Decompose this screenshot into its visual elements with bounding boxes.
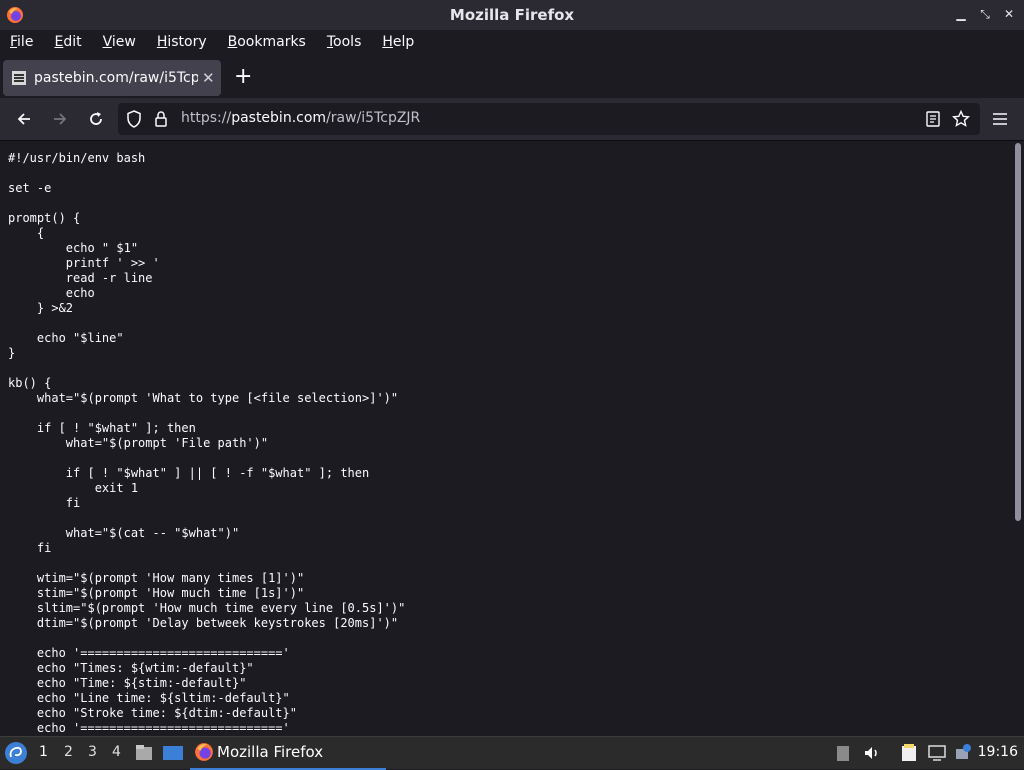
tab-pastebin[interactable]: pastebin.com/raw/i5TcpZJR ✕ bbox=[3, 60, 221, 96]
taskbar-firefox-app[interactable]: Mozilla Firefox bbox=[190, 737, 386, 770]
menu-tools[interactable]: Tools bbox=[327, 34, 362, 50]
reload-button[interactable] bbox=[85, 108, 107, 130]
file-manager-icon[interactable] bbox=[134, 743, 154, 763]
workspace-2[interactable]: 2 bbox=[64, 744, 73, 760]
notes-tray-icon[interactable] bbox=[899, 743, 919, 763]
url-bar[interactable]: https://pastebin.com/raw/i5TcpZJR bbox=[118, 103, 980, 135]
menu-view[interactable]: View bbox=[103, 34, 136, 50]
back-arrow-icon bbox=[17, 113, 30, 125]
menu-history[interactable]: History bbox=[157, 34, 207, 50]
vertical-scrollbar[interactable] bbox=[1015, 143, 1021, 521]
minimize-icon[interactable]: ▁ bbox=[954, 7, 968, 22]
forward-arrow-icon bbox=[54, 113, 67, 125]
firefox-logo-icon bbox=[7, 7, 23, 23]
reload-icon bbox=[90, 112, 102, 125]
window-controls: ▁ ⤡ ✕ bbox=[954, 7, 1016, 22]
menu-file[interactable]: File bbox=[10, 34, 33, 50]
page-favicon-icon bbox=[12, 71, 26, 85]
firefox-taskbar-icon bbox=[195, 743, 213, 761]
reader-view-icon[interactable] bbox=[926, 111, 940, 127]
bookmark-star-icon[interactable] bbox=[952, 110, 970, 128]
lock-icon[interactable] bbox=[154, 110, 168, 128]
workspace-1[interactable]: 1 bbox=[39, 744, 48, 760]
menu-help[interactable]: Help bbox=[382, 34, 414, 50]
forward-button[interactable] bbox=[49, 108, 71, 130]
app-menu-button[interactable] bbox=[989, 108, 1011, 130]
desktop-icon[interactable] bbox=[162, 743, 184, 763]
network-wired-icon[interactable] bbox=[927, 744, 947, 762]
menu-edit[interactable]: Edit bbox=[54, 34, 81, 50]
back-button[interactable] bbox=[13, 108, 35, 130]
hamburger-menu-icon bbox=[993, 113, 1007, 125]
workspace-4[interactable]: 4 bbox=[112, 744, 121, 760]
menu-bar: File Edit View History Bookmarks Tools H… bbox=[0, 30, 1024, 54]
system-taskbar: 1 2 3 4 Mozilla Firefox 19:16 bbox=[0, 736, 1024, 770]
new-tab-button[interactable]: + bbox=[234, 64, 252, 90]
taskbar-app-label: Mozilla Firefox bbox=[217, 743, 324, 761]
close-window-icon[interactable]: ✕ bbox=[1002, 7, 1016, 22]
app-launcher-icon bbox=[9, 746, 22, 758]
tab-strip: pastebin.com/raw/i5TcpZJR ✕ + bbox=[0, 58, 1024, 98]
clipboard-tray-icon[interactable] bbox=[835, 744, 851, 762]
menu-bookmarks[interactable]: Bookmarks bbox=[228, 34, 306, 50]
start-menu-button[interactable] bbox=[5, 742, 27, 764]
raw-paste-text: #!/usr/bin/env bash set -e prompt() { { … bbox=[8, 151, 406, 735]
tab-close-icon[interactable]: ✕ bbox=[202, 69, 215, 87]
tracking-protection-shield-icon[interactable] bbox=[126, 110, 142, 128]
system-clock[interactable]: 19:16 bbox=[978, 744, 1018, 760]
workspace-3[interactable]: 3 bbox=[88, 744, 97, 760]
window-title: Mozilla Firefox bbox=[449, 6, 575, 24]
page-content: #!/usr/bin/env bash set -e prompt() { { … bbox=[0, 141, 1024, 735]
tab-title: pastebin.com/raw/i5TcpZJR bbox=[34, 70, 198, 86]
url-text[interactable]: https://pastebin.com/raw/i5TcpZJR bbox=[181, 110, 420, 126]
window-titlebar: Mozilla Firefox ▁ ⤡ ✕ bbox=[0, 0, 1024, 30]
navigation-toolbar: https://pastebin.com/raw/i5TcpZJR bbox=[0, 98, 1024, 141]
update-notifier-icon[interactable] bbox=[954, 743, 972, 761]
volume-icon[interactable] bbox=[863, 744, 881, 762]
restore-icon[interactable]: ⤡ bbox=[978, 7, 992, 22]
